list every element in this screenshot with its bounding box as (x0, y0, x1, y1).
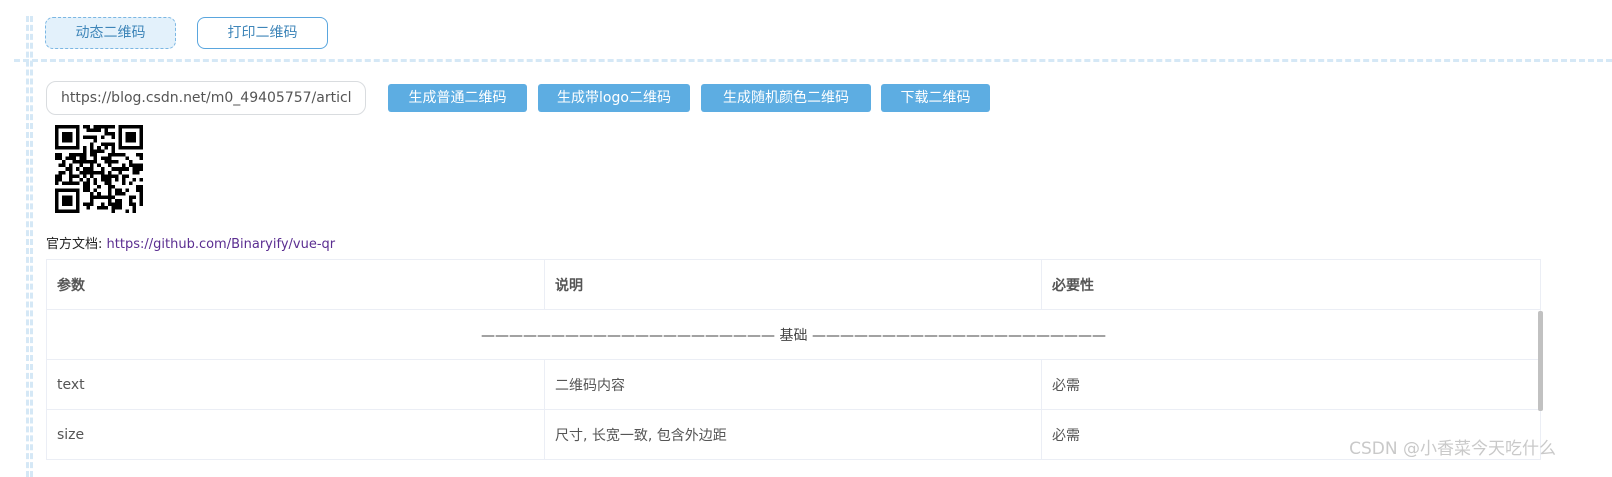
section-basic: ————————————————————— 基础 ———————————————… (46, 309, 1541, 360)
params-table: 参数 说明 必要性 ————————————————————— 基础 —————… (46, 259, 1541, 460)
generate-random-color-qr-button[interactable]: 生成随机颜色二维码 (701, 84, 871, 112)
table-section-row: ————————————————————— 基础 ———————————————… (46, 309, 1541, 360)
tab-print-qr[interactable]: 打印二维码 (197, 17, 328, 49)
page: 动态二维码 打印二维码 生成普通二维码 生成带logo二维码 生成随机颜色二维码… (0, 0, 1612, 477)
header-param: 参数 (46, 259, 545, 310)
generate-normal-qr-button[interactable]: 生成普通二维码 (388, 84, 527, 112)
header-desc: 说明 (544, 259, 1042, 310)
generate-logo-qr-button[interactable]: 生成带logo二维码 (538, 84, 690, 112)
cell-param: size (46, 409, 545, 460)
docs-label: 官方文档: (46, 237, 103, 252)
watermark: CSDN @小香菜今天吃什么 (1349, 439, 1556, 459)
left-dashed-rail (26, 16, 33, 477)
url-input[interactable] (46, 81, 366, 115)
docs-line: 官方文档: https://github.com/Binaryify/vue-q… (46, 233, 335, 252)
download-qr-button[interactable]: 下载二维码 (881, 84, 990, 112)
table-header-row: 参数 说明 必要性 (46, 259, 1541, 310)
qr-code-image (55, 125, 143, 213)
cell-param: text (46, 359, 545, 410)
header-required: 必要性 (1041, 259, 1541, 310)
cell-desc: 二维码内容 (544, 359, 1042, 410)
cell-desc: 尺寸, 长宽一致, 包含外边距 (544, 409, 1042, 460)
docs-link[interactable]: https://github.com/Binaryify/vue-qr (107, 237, 336, 252)
dashed-divider (14, 59, 1612, 62)
table-row: size 尺寸, 长宽一致, 包含外边距 必需 (46, 409, 1541, 460)
tab-dynamic-qr[interactable]: 动态二维码 (45, 17, 176, 49)
table-row: text 二维码内容 必需 (46, 359, 1541, 410)
table-scrollbar[interactable] (1538, 311, 1543, 411)
cell-required: 必需 (1041, 359, 1541, 410)
